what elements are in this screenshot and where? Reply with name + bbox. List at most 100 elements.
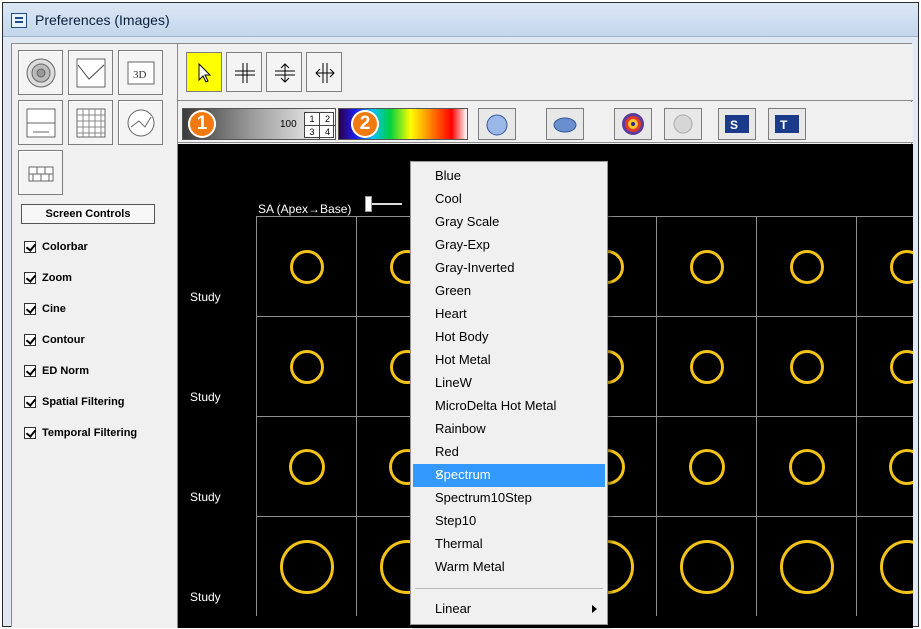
row-label: Study	[190, 290, 221, 304]
slice-slider-thumb[interactable]	[365, 196, 372, 212]
image-cell[interactable]	[756, 316, 856, 416]
client-area: 3D Screen Controls Colorbar Zoom Cine Co…	[11, 43, 913, 628]
myocardium-ring	[790, 250, 824, 284]
layout-number[interactable]: 4	[320, 126, 335, 139]
myocardium-ring	[890, 350, 913, 384]
menu-item-rainbow[interactable]: Rainbow	[413, 418, 605, 441]
menu-item-spectrum10step[interactable]: Spectrum10Step	[413, 487, 605, 510]
checkbox[interactable]	[24, 272, 36, 284]
slice-layout-button[interactable]	[18, 100, 63, 145]
image-cell[interactable]	[856, 216, 913, 316]
horizontal-resize-icon	[315, 63, 335, 83]
checkbox[interactable]	[24, 334, 36, 346]
image-cell[interactable]	[256, 316, 356, 416]
image-cell[interactable]	[856, 516, 913, 616]
myocardium-ring	[289, 449, 325, 485]
myocardium-ring	[280, 540, 334, 594]
menu-item-heart[interactable]: Heart	[413, 303, 605, 326]
image-cell[interactable]	[756, 216, 856, 316]
callout-badge-1: 1	[188, 110, 216, 138]
myocardium-ring	[689, 449, 725, 485]
menu-item-linear[interactable]: Linear	[413, 598, 605, 621]
ellipse-icon	[553, 117, 577, 133]
checkbox[interactable]	[24, 303, 36, 315]
colormap-toolbar: 100 1 2 3 4 1 2 S T	[178, 102, 913, 143]
sun-icon	[673, 114, 693, 134]
layout-number[interactable]: 2	[320, 113, 335, 126]
slice-slider-track[interactable]	[372, 203, 402, 205]
checkbox[interactable]	[24, 365, 36, 377]
checkbox[interactable]	[24, 396, 36, 408]
svg-text:S: S	[730, 118, 738, 132]
myocardium-ring	[290, 350, 324, 384]
image-cell[interactable]	[756, 416, 856, 516]
menu-item-linew[interactable]: LineW	[413, 372, 605, 395]
bullseye-view-button[interactable]	[614, 108, 652, 140]
menu-item-red[interactable]: Red	[413, 441, 605, 464]
image-cell[interactable]	[656, 516, 756, 616]
row-label: Study	[190, 590, 221, 604]
polar-map-button[interactable]	[18, 50, 63, 95]
image-cell[interactable]	[656, 316, 756, 416]
crosshair-tool-button[interactable]	[226, 52, 262, 92]
image-cell[interactable]	[656, 216, 756, 316]
menu-item-spectrum[interactable]: ✓ Spectrum	[413, 464, 605, 487]
menu-item-gray-exp[interactable]: Gray-Exp	[413, 234, 605, 257]
grid-layout-button[interactable]	[68, 100, 113, 145]
image-cell[interactable]	[856, 416, 913, 516]
callout-badge-2: 2	[351, 110, 379, 138]
layout-number-grid[interactable]: 1 2 3 4	[304, 112, 335, 139]
grid-icon	[76, 108, 106, 138]
menu-item-gray-inverted[interactable]: Gray-Inverted	[413, 257, 605, 280]
colormap-dropdown-menu: Blue Cool Gray Scale Gray-Exp Gray-Inver…	[410, 161, 608, 625]
menu-item-warm-metal[interactable]: Warm Metal	[413, 556, 605, 579]
s-view-button[interactable]: S	[718, 108, 756, 140]
screen-controls-label: Screen Controls	[21, 204, 155, 224]
menu-item-blue[interactable]: Blue	[413, 165, 605, 188]
vertical-resize-button[interactable]	[266, 52, 302, 92]
menu-item-hot-body[interactable]: Hot Body	[413, 326, 605, 349]
checkbox[interactable]	[24, 241, 36, 253]
crosshair-icon	[235, 63, 255, 83]
t-view-button[interactable]: T	[768, 108, 806, 140]
image-cell[interactable]	[256, 516, 356, 616]
myocardium-ring	[790, 350, 824, 384]
myocardium-ring	[890, 250, 913, 284]
horizontal-resize-button[interactable]	[306, 52, 342, 92]
checkbox[interactable]	[24, 427, 36, 439]
row-label: Study	[190, 390, 221, 404]
app-icon	[11, 13, 27, 28]
image-cell[interactable]	[856, 316, 913, 416]
submenu-arrow-icon	[592, 605, 597, 613]
svg-text:3D: 3D	[133, 69, 147, 81]
pointer-tool-button[interactable]	[186, 52, 222, 92]
image-cell[interactable]	[256, 216, 356, 316]
menu-item-step10[interactable]: Step10	[413, 510, 605, 533]
menu-item-cool[interactable]: Cool	[413, 188, 605, 211]
ellipse-view-button[interactable]	[546, 108, 584, 140]
image-cell[interactable]	[756, 516, 856, 616]
image-cell[interactable]	[656, 416, 756, 516]
menu-item-green[interactable]: Green	[413, 280, 605, 303]
sphere-view-button[interactable]	[478, 108, 516, 140]
row-label: Study	[190, 490, 221, 504]
layout-number[interactable]: 3	[305, 126, 320, 139]
menu-item-gray-scale[interactable]: Gray Scale	[413, 211, 605, 234]
layout-number[interactable]: 1	[305, 113, 320, 126]
menu-item-thermal[interactable]: Thermal	[413, 533, 605, 556]
bullseye-icon	[622, 113, 644, 135]
myocardium-ring	[880, 540, 913, 594]
curve-view-button[interactable]	[68, 50, 113, 95]
menu-item-hot-metal[interactable]: Hot Metal	[413, 349, 605, 372]
sun-view-button[interactable]	[664, 108, 702, 140]
myocardium-ring	[780, 540, 834, 594]
wall-motion-button[interactable]	[118, 100, 163, 145]
myocardium-ring	[889, 449, 913, 485]
svg-text:T: T	[780, 118, 788, 132]
bricks-layout-button[interactable]	[18, 150, 63, 195]
slice-layout-icon	[26, 108, 56, 138]
menu-item-microdelta-hot-metal[interactable]: MicroDelta Hot Metal	[413, 395, 605, 418]
myocardium-ring	[690, 250, 724, 284]
3d-view-button[interactable]: 3D	[118, 50, 163, 95]
image-cell[interactable]	[256, 416, 356, 516]
